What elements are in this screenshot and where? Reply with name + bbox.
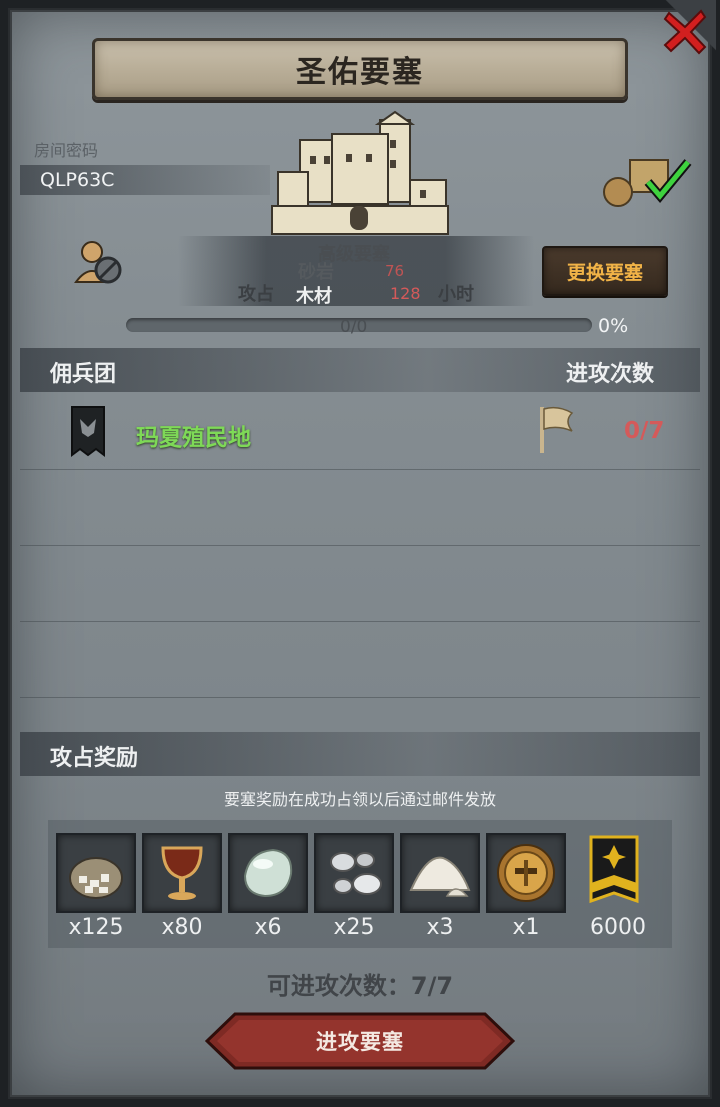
reward-item[interactable]	[400, 833, 480, 913]
reward-item-count: x80	[161, 915, 203, 940]
golden-helmet-icon	[497, 844, 555, 902]
empty-row	[20, 546, 700, 622]
close-icon	[663, 9, 707, 55]
progress-count: 0/0	[340, 317, 368, 337]
attacks-header: 进攻次数	[566, 362, 655, 387]
attack-fortress-label: 进攻要塞	[316, 1030, 404, 1054]
reward-item[interactable]	[486, 833, 566, 913]
castle-icon	[271, 110, 449, 235]
salt-pile-icon	[409, 856, 471, 897]
occupy-label: 攻占	[238, 284, 274, 305]
attack-count: 0/7	[624, 418, 665, 444]
progress-percent: 0%	[598, 315, 629, 337]
reward-item[interactable]	[314, 833, 394, 913]
reward-item-count: x25	[333, 915, 375, 940]
gem-stone-icon	[243, 848, 293, 898]
reward-note: 要塞奖励在成功占领以后通过邮件发放	[223, 790, 496, 809]
wood-value: 128	[390, 284, 421, 303]
change-fortress-button[interactable]: 更换要塞	[542, 246, 668, 296]
guild-banner-icon	[71, 406, 105, 457]
reward-item[interactable]	[574, 833, 654, 913]
user-block-icon[interactable]	[74, 238, 124, 286]
flag-icon	[540, 406, 574, 453]
room-code[interactable]: QLP63C	[40, 169, 114, 191]
reward-header: 攻占奖励	[50, 746, 139, 771]
attack-fortress-button[interactable]: 进攻要塞	[205, 1012, 515, 1070]
honor-banner-icon	[589, 835, 639, 904]
reward-item-count: x125	[68, 915, 124, 940]
close-button[interactable]	[654, 0, 716, 62]
mercenary-name[interactable]: 玛夏殖民地	[136, 418, 251, 452]
reward-item[interactable]	[142, 833, 222, 913]
stone-value: 76	[385, 262, 405, 280]
per-hour-label: 小时	[438, 284, 474, 305]
reward-item[interactable]	[56, 833, 136, 913]
wood-label: 木材	[296, 286, 332, 307]
reward-item-count: x3	[426, 915, 454, 940]
room-password-label: 房间密码	[34, 141, 99, 160]
reward-item-count: 6000	[590, 915, 646, 940]
change-fortress-label: 更换要塞	[566, 261, 643, 284]
stone-label: 砂岩	[298, 262, 334, 283]
empty-row	[20, 470, 700, 546]
supply-check-icon[interactable]	[600, 150, 695, 210]
mercenary-header: 佣兵团	[50, 362, 117, 387]
sack-of-stones-icon	[69, 857, 123, 899]
silver-ore-icon	[330, 852, 382, 895]
empty-row	[20, 622, 700, 698]
goblet-icon	[161, 846, 203, 900]
reward-item[interactable]	[228, 833, 308, 913]
reward-item-count: x6	[254, 915, 282, 940]
reward-item-count: x1	[512, 915, 540, 940]
mercenary-row[interactable]	[20, 394, 700, 470]
remaining-attacks: 可进攻次数：7/7	[266, 972, 454, 1000]
page-title: 圣佑要塞	[296, 55, 424, 90]
title-banner: 圣佑要塞	[92, 38, 628, 100]
